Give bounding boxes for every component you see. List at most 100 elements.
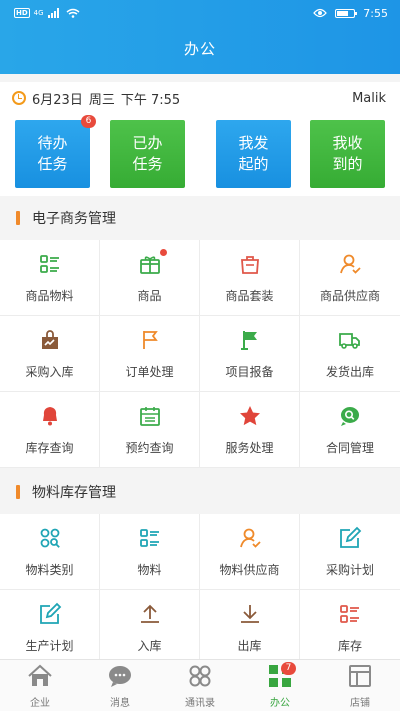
grid-item[interactable]: 合同管理 [300, 392, 400, 468]
section-header-ecommerce: 电子商务管理 [0, 196, 400, 240]
initiated-tasks-button[interactable]: 我发 起的 [216, 120, 291, 188]
flag-icon [238, 328, 262, 355]
bottom-tab-bar: 企业 消息 通讯录 办公 7 店铺 [0, 659, 400, 711]
date-row: 6月23日 周三 下午 7:55 Malik [0, 82, 400, 114]
grid-item[interactable]: 生产计划 [0, 590, 100, 666]
grid-item[interactable]: 服务处理 [200, 392, 300, 468]
message-icon [107, 663, 133, 692]
grid-item-label: 入库 [137, 638, 162, 653]
grid-item[interactable]: 采购入库 [0, 316, 100, 392]
todo-tasks-button[interactable]: 待办 任务 6 [15, 115, 96, 188]
ecommerce-grid: 商品物料 商品 商品套装 商品供应商采购入库 订单处理 项目报备 发货出库库存查询 预约查询 服… [0, 240, 400, 468]
contacts-icon [187, 663, 213, 692]
grid-item-label: 物料类别 [25, 562, 74, 577]
grid-item[interactable]: 商品物料 [0, 240, 100, 316]
page-title: 办公 [183, 40, 216, 58]
app-header: HD 4G 7:55 办公 [0, 0, 400, 74]
grid-item[interactable]: 采购计划 [300, 514, 400, 590]
grid-item-label: 商品 [137, 288, 162, 303]
grid-item[interactable]: 商品供应商 [300, 240, 400, 316]
star-icon [238, 404, 262, 431]
category-icon [38, 526, 62, 553]
done-tasks-button[interactable]: 已办 任务 [110, 120, 185, 188]
edit-icon [338, 526, 362, 553]
grid-item[interactable]: 商品套装 [200, 240, 300, 316]
grid-item[interactable]: 预约查询 [100, 392, 200, 468]
battery-icon [335, 8, 358, 18]
section-title: 物料库存管理 [32, 485, 116, 501]
grid-item[interactable]: 发货出库 [300, 316, 400, 392]
tab-home[interactable]: 企业 [0, 660, 80, 711]
tab-label: 办公 [270, 697, 290, 709]
grid-item-label: 商品物料 [25, 288, 74, 303]
edit-icon [38, 602, 62, 629]
grid-item-label: 订单处理 [125, 364, 174, 379]
task-label: 待办 任务 [37, 134, 68, 173]
status-bar: HD 4G 7:55 [0, 0, 400, 26]
supplier-icon [338, 252, 362, 279]
supplier-icon [238, 526, 262, 553]
purchase-icon [38, 328, 62, 355]
grid-item-label: 商品供应商 [319, 288, 380, 303]
truck-icon [338, 328, 362, 355]
notification-dot [159, 248, 167, 256]
task-label: 我收 到的 [332, 134, 363, 173]
section-marker [16, 485, 20, 499]
task-shortcuts: 待办 任务 6 已办 任务 我发 起的 我收 到的 [0, 114, 400, 196]
list-icon [338, 602, 362, 629]
tab-store[interactable]: 店铺 [320, 660, 400, 711]
download-icon [238, 602, 262, 629]
todo-badge: 6 [81, 115, 96, 128]
grid-item-label: 库存查询 [25, 440, 74, 455]
bell-icon [38, 404, 62, 431]
grid-item-label: 采购入库 [25, 364, 74, 379]
grid-item[interactable]: 物料供应商 [200, 514, 300, 590]
clock-icon [12, 91, 26, 105]
grid-item[interactable]: 物料类别 [0, 514, 100, 590]
signal-label: 4G [33, 9, 44, 17]
inventory-grid: 物料类别 物料 物料供应商 采购计划生产计划 入库 出库 库存 [0, 514, 400, 666]
grid-item-label: 合同管理 [325, 440, 374, 455]
grid-item-label: 物料供应商 [219, 562, 280, 577]
bag-icon [238, 252, 262, 279]
grid-item-label: 采购计划 [325, 562, 374, 577]
upload-icon [138, 602, 162, 629]
grid-item-label: 发货出库 [325, 364, 374, 379]
home-icon [27, 663, 53, 692]
store-icon [347, 663, 373, 692]
section-header-inventory: 物料库存管理 [0, 470, 400, 514]
tab-label: 通讯录 [185, 697, 215, 709]
grid-item-label: 物料 [137, 562, 162, 577]
calendar-icon [138, 404, 162, 431]
signal-icon [47, 8, 59, 18]
flag-outline-icon [138, 328, 162, 355]
eye-icon [313, 8, 328, 18]
grid-item[interactable]: 订单处理 [100, 316, 200, 392]
grid-item[interactable]: 项目报备 [200, 316, 300, 392]
grid-item-label: 出库 [237, 638, 262, 653]
grid-item-label: 商品套装 [225, 288, 274, 303]
chat-search-icon [338, 404, 362, 431]
wifi-icon [66, 8, 80, 18]
received-tasks-button[interactable]: 我收 到的 [310, 120, 385, 188]
section-title: 电子商务管理 [32, 211, 116, 227]
time-text: 下午 7:55 [120, 92, 181, 108]
gift-icon [138, 248, 167, 279]
task-label: 已办 任务 [132, 134, 163, 173]
list-icon [38, 252, 62, 279]
grid-item-label: 库存 [337, 638, 362, 653]
grid-item[interactable]: 入库 [100, 590, 200, 666]
grid-item[interactable]: 库存 [300, 590, 400, 666]
tab-contacts[interactable]: 通讯录 [160, 660, 240, 711]
tab-label: 企业 [30, 697, 50, 709]
tab-badge: 7 [281, 662, 296, 675]
grid-item[interactable]: 物料 [100, 514, 200, 590]
tab-message[interactable]: 消息 [80, 660, 160, 711]
tab-office[interactable]: 办公 7 [240, 660, 320, 711]
grid-item[interactable]: 商品 [100, 240, 200, 316]
user-name: Malik [352, 90, 386, 106]
grid-item-label: 生产计划 [25, 638, 74, 653]
grid-item[interactable]: 出库 [200, 590, 300, 666]
hd-indicator: HD [14, 8, 30, 18]
grid-item[interactable]: 库存查询 [0, 392, 100, 468]
